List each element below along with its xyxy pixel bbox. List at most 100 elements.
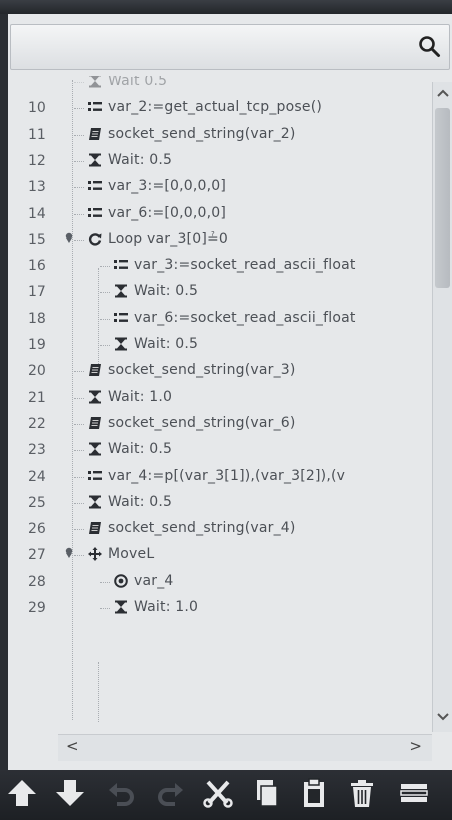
tree-branch-line — [100, 292, 110, 294]
search-icon[interactable] — [417, 34, 441, 58]
expand-toggle-icon[interactable] — [64, 547, 74, 562]
scroll-left-button[interactable]: < — [66, 737, 79, 755]
search-bar[interactable] — [10, 24, 450, 70]
tree-branch-line — [74, 555, 84, 557]
tree-branch-line — [100, 608, 110, 609]
program-node[interactable]: Wait 0.5 — [18, 76, 432, 96]
scissors-icon — [203, 778, 233, 812]
program-node[interactable]: 22 socket_send_string(var_6) — [18, 412, 432, 438]
redo-button[interactable] — [152, 778, 188, 812]
program-node[interactable]: 27 MoveL — [18, 543, 432, 569]
script-icon — [88, 363, 102, 377]
clipboard-icon — [299, 778, 329, 812]
program-node[interactable]: 11 socket_send_string(var_2) — [18, 123, 432, 149]
program-node[interactable]: 16 var_3:=socket_read_ascii_float — [18, 254, 432, 280]
arrow-down-icon — [55, 778, 85, 812]
program-node[interactable]: 25 Wait: 0.5 — [18, 491, 432, 517]
line-number: 22 — [28, 415, 46, 432]
node-label: var_3:=[0,0,0,0] — [108, 178, 227, 195]
node-label: Wait: 0.5 — [108, 441, 173, 458]
hourglass-icon — [88, 76, 102, 88]
tree-guide-line — [98, 662, 99, 722]
assignment-icon — [88, 100, 102, 114]
tree-branch-line — [74, 423, 84, 425]
program-node[interactable]: 19 Wait: 0.5 — [18, 333, 432, 359]
program-node[interactable]: 28 var_4 — [18, 570, 432, 596]
program-node[interactable]: 23 Wait: 0.5 — [18, 438, 432, 464]
tree-branch-line — [74, 187, 84, 189]
node-label: Wait: 0.5 — [134, 336, 199, 352]
move-icon — [88, 547, 102, 562]
paste-button[interactable] — [296, 778, 332, 812]
program-node[interactable]: 12 Wait: 0.5 — [18, 149, 432, 175]
line-number: 14 — [28, 205, 46, 222]
suppress-button[interactable] — [396, 778, 432, 812]
line-number: 29 — [28, 600, 46, 616]
expand-toggle-icon[interactable] — [64, 232, 74, 247]
line-number: 15 — [28, 231, 46, 248]
scroll-up-icon[interactable] — [436, 86, 450, 102]
line-number: 17 — [28, 284, 46, 301]
assignment-icon — [88, 206, 102, 220]
arrow-up-icon — [7, 778, 37, 812]
hourglass-icon — [88, 390, 102, 404]
tree-branch-line — [74, 213, 84, 215]
cut-button[interactable] — [200, 778, 236, 812]
program-node[interactable]: 29 Wait: 1.0 — [18, 596, 432, 622]
program-node[interactable]: 10 var_2:=get_actual_tcp_pose() — [18, 96, 432, 122]
node-label: Wait: 1.0 — [134, 599, 199, 615]
program-node[interactable]: 13 var_3:=[0,0,0,0] — [18, 175, 432, 201]
script-icon — [88, 127, 102, 141]
line-number: 28 — [28, 573, 46, 590]
undo-icon — [107, 778, 137, 812]
line-number: 26 — [28, 521, 46, 538]
line-number: 16 — [28, 258, 46, 275]
node-label: var_4 — [134, 572, 174, 589]
program-node[interactable]: 21 Wait: 1.0 — [18, 386, 432, 412]
scroll-down-icon[interactable] — [436, 710, 450, 726]
hourglass-icon — [114, 337, 128, 351]
line-number: 19 — [28, 337, 46, 353]
line-number: 23 — [28, 442, 46, 459]
script-icon — [88, 416, 102, 430]
search-input[interactable] — [17, 31, 401, 65]
hourglass-icon — [88, 153, 102, 167]
hourglass-icon — [114, 284, 128, 298]
horizontal-scrollbar[interactable]: < > — [58, 734, 432, 761]
undo-button[interactable] — [104, 778, 140, 812]
move-up-button[interactable] — [4, 778, 40, 812]
tree-branch-line — [74, 502, 84, 504]
node-label: socket_send_string(var_3) — [108, 362, 296, 379]
node-label: Wait: 0.5 — [134, 283, 199, 300]
line-number: 18 — [28, 310, 46, 327]
program-node[interactable]: 18 var_6:=socket_read_ascii_float — [18, 307, 432, 333]
redo-icon — [155, 778, 185, 812]
tree-branch-line — [100, 345, 110, 346]
program-node[interactable]: 20 socket_send_string(var_3) — [18, 359, 432, 385]
program-node[interactable]: 17 Wait: 0.5 — [18, 280, 432, 306]
node-label: Wait 0.5 — [108, 76, 168, 89]
assignment-icon — [114, 258, 128, 272]
assignment-icon — [88, 469, 102, 483]
move-down-button[interactable] — [52, 778, 88, 812]
copy-button[interactable] — [248, 778, 284, 812]
program-node[interactable]: 15 Loop var_3[0]≟0 — [18, 228, 432, 254]
vertical-scrollbar[interactable] — [432, 82, 452, 732]
node-label: var_6:=socket_read_ascii_float — [134, 309, 356, 326]
delete-button[interactable] — [344, 778, 380, 812]
tree-branch-line — [74, 82, 84, 83]
tree-branch-line — [74, 529, 84, 531]
program-node[interactable]: 24 var_4:=p[(var_3[1]),(var_3[2]),(v — [18, 465, 432, 491]
tree-branch-line — [74, 160, 84, 162]
tree-branch-line — [100, 318, 110, 320]
vertical-scroll-thumb[interactable] — [435, 108, 450, 288]
tree-branch-line — [100, 266, 110, 268]
top-bar — [0, 0, 452, 14]
program-node[interactable]: 14 var_6:=[0,0,0,0] — [18, 202, 432, 228]
program-node[interactable]: 26 socket_send_string(var_4) — [18, 517, 432, 543]
node-label: socket_send_string(var_4) — [108, 520, 296, 537]
waypoint-icon — [114, 573, 128, 588]
scroll-right-button[interactable]: > — [409, 737, 422, 755]
node-label: Wait: 1.0 — [108, 388, 173, 405]
node-label: var_4:=p[(var_3[1]),(var_3[2]),(v — [108, 467, 346, 484]
